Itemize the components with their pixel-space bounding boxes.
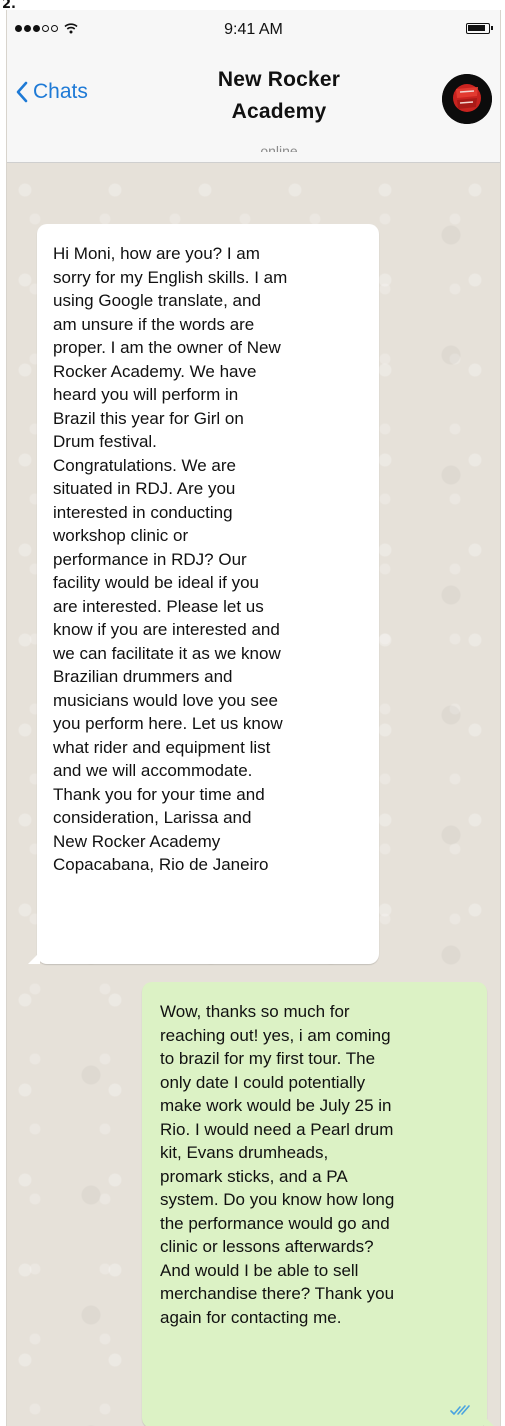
message-line: only date I could potentially: [160, 1072, 366, 1092]
message-line: system. Do you know how long: [160, 1190, 395, 1209]
message-line: Thank you for your time and: [53, 784, 265, 804]
message-line: interested in conducting: [53, 502, 233, 522]
contact-avatar[interactable]: [442, 74, 492, 124]
back-button-label: Chats: [33, 80, 88, 103]
status-bar: 9:41 AM: [7, 10, 500, 52]
message-line: sorry for my English skills. I am: [53, 267, 288, 287]
message-line: make work would be July 25 in: [160, 1096, 392, 1115]
new-rocker-logo-icon: [442, 74, 492, 124]
message-line: Rocker Academy. We have: [53, 361, 257, 381]
message-line: facility would be ideal if you: [53, 573, 260, 592]
message-line: the performance would go and: [160, 1213, 390, 1233]
outgoing-message-bubble: Wow, thanks so much for reaching out! ye…: [142, 982, 496, 1426]
message-line: And would I be able to sell: [160, 1260, 359, 1280]
message-line: heard you will perform in: [53, 385, 239, 404]
status-time: 9:41 AM: [224, 21, 283, 38]
message-line: performance in RDJ? Our: [53, 549, 247, 569]
message-line: Hi Moni, how are you? I am: [53, 244, 260, 263]
message-line: you perform here. Let us know: [53, 714, 283, 733]
contact-status: online: [260, 143, 298, 152]
message-line: and we will accommodate.: [53, 761, 253, 780]
message-line: proper. I am the owner of New: [53, 338, 281, 357]
chat-header: Chats New Rocker Academy online: [7, 52, 500, 163]
message-line: know if you are interested and: [53, 620, 280, 639]
message-line: Drum festival.: [53, 432, 157, 451]
message-line: reaching out! yes, i am coming: [160, 1025, 391, 1045]
message-line: to brazil for my first tour. The: [160, 1049, 376, 1068]
message-line: consideration, Larissa and: [53, 808, 252, 827]
phone-screen: 9:41 AM Chats New Rocker Academy online: [6, 10, 501, 1426]
message-line: Rio. I would need a Pearl drum: [160, 1119, 394, 1139]
message-line: clinic or lessons afterwards?: [160, 1237, 374, 1256]
message-line: musicians would love you see: [53, 690, 278, 710]
chat-title-line: Academy: [231, 100, 327, 123]
double-check-icon: [450, 1405, 470, 1415]
message-line: kit, Evans drumheads,: [160, 1143, 329, 1162]
incoming-message-bubble: Hi Moni, how are you? I am sorry for my …: [28, 224, 379, 964]
battery-icon: [466, 23, 493, 34]
message-line: Brazil this year for Girl on: [53, 408, 244, 428]
message-line: merchandise there? Thank you: [160, 1284, 395, 1303]
message-line: again for contacting me.: [160, 1307, 342, 1327]
message-line: am unsure if the words are: [53, 314, 255, 334]
message-line: Wow, thanks so much for: [160, 1002, 350, 1021]
back-to-chats-button[interactable]: Chats: [15, 80, 88, 104]
message-line: situated in RDJ. Are you: [53, 479, 236, 498]
chat-title-line: New Rocker: [217, 68, 341, 91]
message-line: we can facilitate it as we know: [53, 643, 281, 663]
message-line: New Rocker Academy: [53, 831, 221, 851]
message-line: what rider and equipment list: [53, 737, 271, 757]
message-line: are interested. Please let us: [53, 596, 264, 616]
message-line: Copacabana, Rio de Janeiro: [53, 855, 269, 874]
message-line: Brazilian drummers and: [53, 667, 233, 686]
message-line: workshop clinic or: [53, 526, 189, 545]
page-number-fragment: 2.: [2, 0, 16, 10]
message-line: promark sticks, and a PA: [160, 1166, 348, 1186]
message-list[interactable]: Hi Moni, how are you? I am sorry for my …: [7, 163, 500, 1426]
message-line: using Google translate, and: [53, 291, 261, 310]
chat-title: New Rocker Academy: [147, 64, 411, 128]
message-line: Congratulations. We are: [53, 455, 237, 475]
chevron-left-icon: [16, 81, 28, 103]
